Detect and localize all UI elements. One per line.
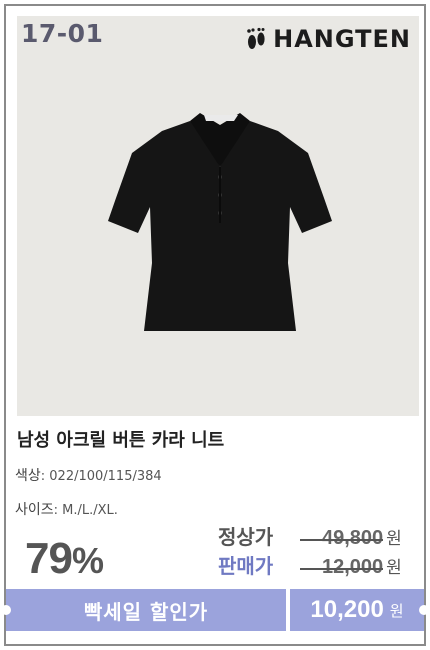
product-code: 17-01 <box>21 19 104 48</box>
flash-sale-label: 빡세일 할인가 <box>83 599 209 624</box>
sale-price-label: 판매가 <box>218 554 274 578</box>
product-photo[interactable]: 17-01 HANGTEN <box>17 16 419 416</box>
color-options: 색상: 022/100/115/384 <box>15 465 162 485</box>
color-values: : 022/100/115/384 <box>40 469 162 484</box>
flash-sale-price: 10,200 <box>310 596 384 623</box>
size-options: 사이즈: M./L./XL. <box>15 499 118 519</box>
sale-price-row: 판매가 12,000 원 <box>218 550 402 579</box>
regular-price-value: 49,800 <box>300 527 384 550</box>
size-label: 사이즈 <box>15 502 54 518</box>
flash-sale-bar[interactable]: 빡세일 할인가 10,200 원 <box>1 589 429 631</box>
size-values: : M./L./XL. <box>53 503 118 518</box>
regular-price-label: 정상가 <box>218 525 274 549</box>
polo-shirt-image <box>108 113 332 331</box>
regular-price-row: 정상가 49,800 원 <box>218 521 402 550</box>
flash-sale-label-box[interactable]: 빡세일 할인가 <box>1 589 286 631</box>
regular-price-currency: 원 <box>386 529 402 549</box>
footprint-icon <box>247 27 265 49</box>
product-card[interactable]: 17-01 HANGTEN 남성 아크릴 버튼 카라 니트 색상: 022/10… <box>1 4 429 646</box>
color-label: 색상 <box>15 468 41 484</box>
discount-unit: % <box>71 540 104 581</box>
flash-sale-currency: 원 <box>389 601 404 620</box>
discount-rate: 79% <box>25 534 104 584</box>
discount-number: 79 <box>25 534 73 583</box>
flash-sale-price-box[interactable]: 10,200 원 <box>290 589 429 631</box>
brand-name: HANGTEN <box>273 25 411 53</box>
sale-price-value: 12,000 <box>300 556 384 579</box>
product-title[interactable]: 남성 아크릴 버튼 카라 니트 <box>17 426 224 452</box>
brand-logo: HANGTEN <box>245 25 411 53</box>
sale-price-currency: 원 <box>386 558 402 578</box>
